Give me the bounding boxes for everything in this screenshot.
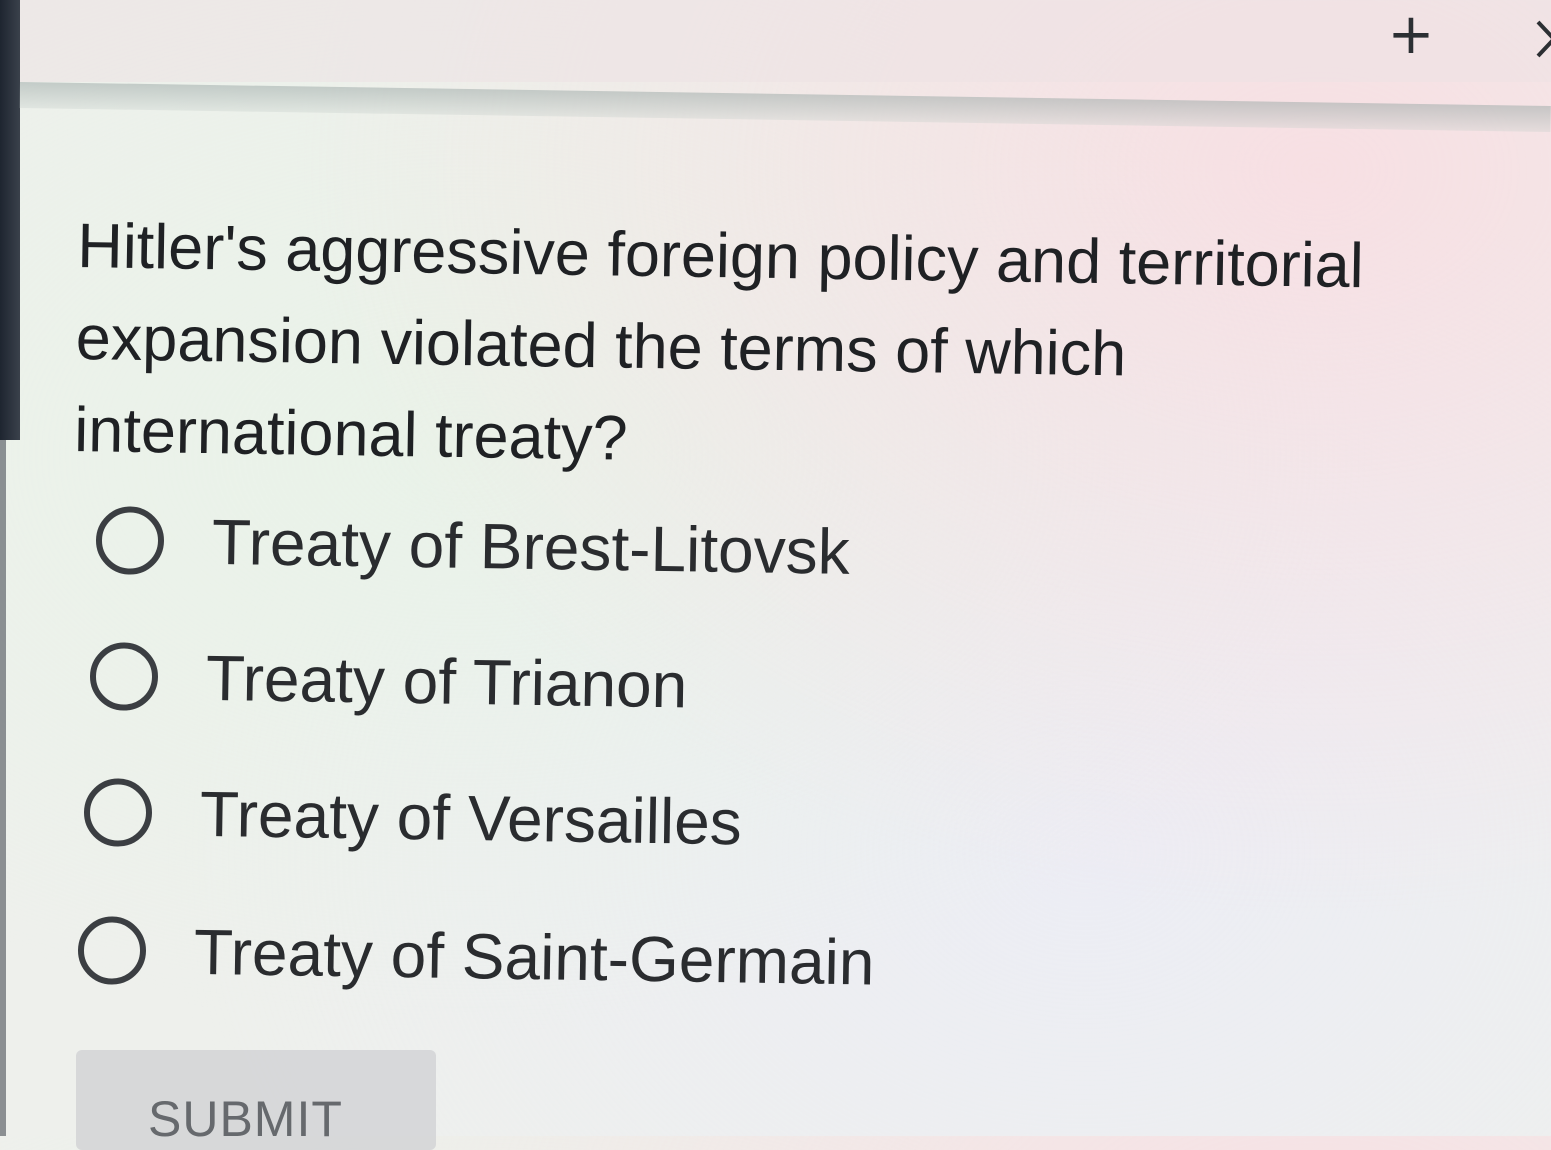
option-trianon[interactable]: Treaty of Trianon	[89, 631, 688, 730]
option-label: Treaty of Saint-Germain	[193, 915, 875, 999]
top-toolbar	[20, 0, 1551, 82]
option-label: Treaty of Brest-Litovsk	[211, 505, 851, 588]
option-saint-germain[interactable]: Treaty of Saint-Germain	[77, 905, 875, 1008]
screen-bezel-edge	[0, 440, 6, 1136]
chevron-right-icon-glyph	[1536, 20, 1551, 58]
screen-bezel	[0, 0, 20, 440]
toolbar-divider	[19, 82, 1551, 133]
radio-button[interactable]	[95, 506, 165, 576]
chevron-right-icon[interactable]	[1530, 14, 1551, 64]
submit-label: SUBMIT	[148, 1091, 343, 1147]
radio-button[interactable]	[77, 916, 147, 986]
option-label: Treaty of Trianon	[205, 641, 688, 722]
option-versailles[interactable]: Treaty of Versailles	[83, 767, 742, 867]
radio-button[interactable]	[89, 642, 159, 712]
option-label: Treaty of Versailles	[199, 777, 743, 859]
submit-button[interactable]: SUBMIT	[76, 1050, 436, 1150]
plus-icon[interactable]: +	[1386, 7, 1436, 63]
question-text: Hitler's aggressive foreign policy and t…	[73, 210, 1365, 474]
radio-button[interactable]	[83, 778, 153, 848]
option-brest-litovsk[interactable]: Treaty of Brest-Litovsk	[95, 495, 850, 597]
